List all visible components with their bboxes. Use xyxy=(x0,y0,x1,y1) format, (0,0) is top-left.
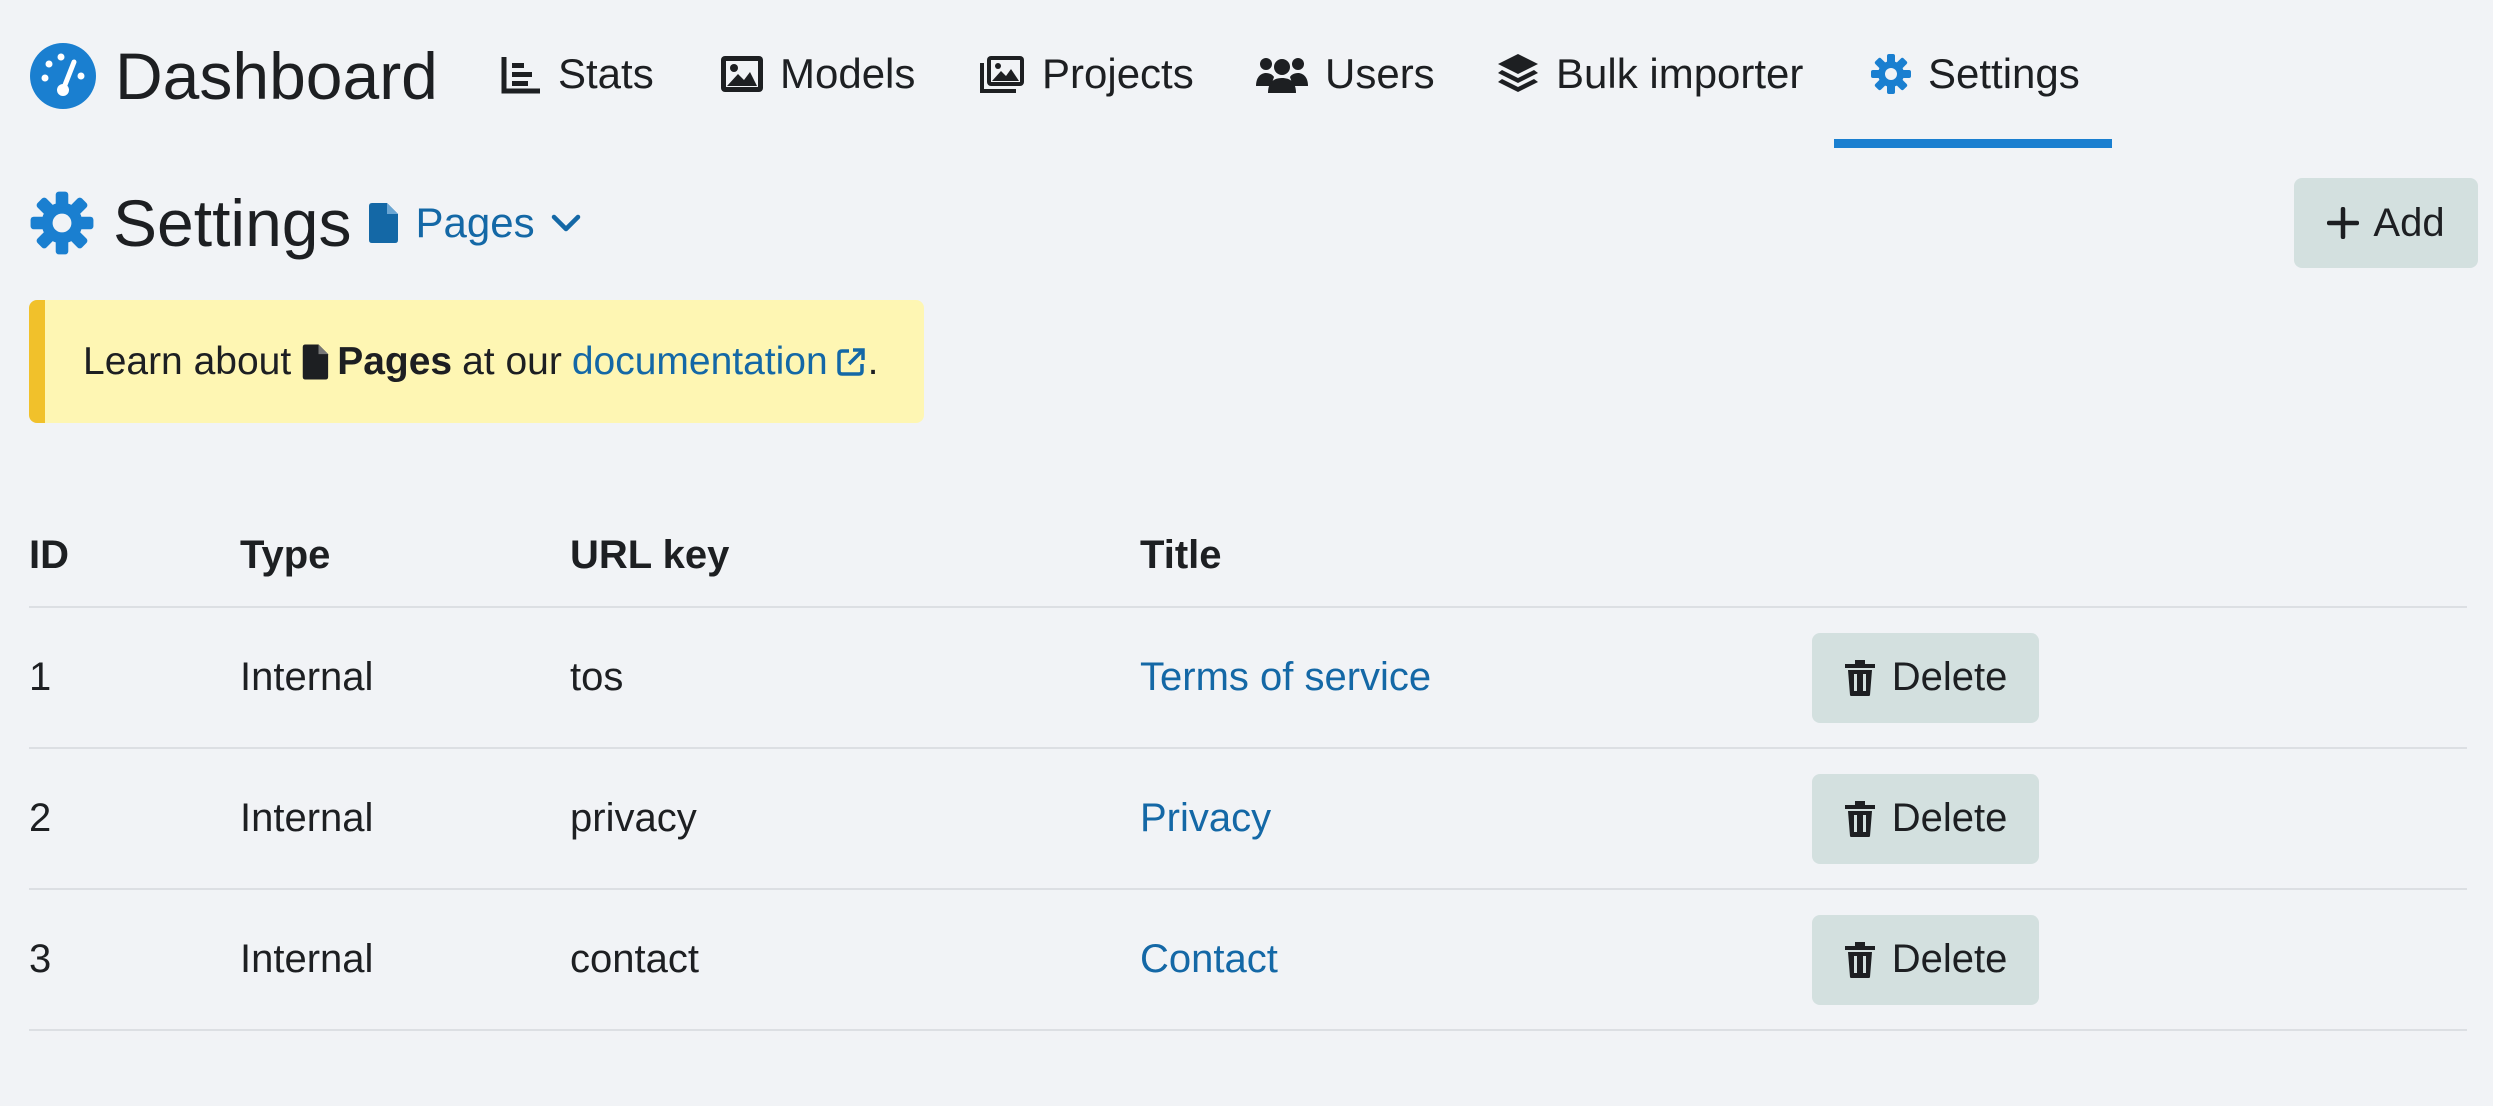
image-icon xyxy=(721,56,763,92)
dashboard-gauge-icon xyxy=(30,42,96,109)
cell-id: 1 xyxy=(29,655,52,699)
delete-button-label: Delete xyxy=(1891,655,2008,699)
add-button[interactable]: Add xyxy=(2294,178,2478,268)
table-row: 1 Internal tos Terms of service Delete xyxy=(29,608,2467,749)
layers-icon xyxy=(1498,54,1538,92)
nav-label-users: Users xyxy=(1325,50,1435,97)
pages-table: ID Type URL key Title 1 Internal tos Ter… xyxy=(29,505,2467,1031)
nav-label-settings: Settings xyxy=(1928,50,2080,97)
cell-type: Internal xyxy=(240,937,374,981)
delete-button[interactable]: Delete xyxy=(1812,632,2039,723)
chart-icon xyxy=(501,57,540,94)
file-icon xyxy=(369,202,399,243)
nav-label-stats: Stats xyxy=(558,50,654,97)
page-header: Settings Pages xyxy=(29,180,581,265)
delete-button[interactable]: Delete xyxy=(1812,773,2039,864)
users-icon xyxy=(1256,58,1308,93)
cell-id: 2 xyxy=(29,796,52,840)
page-title-link[interactable]: Terms of service xyxy=(1140,655,1431,700)
images-icon xyxy=(980,56,1024,93)
table-row: 3 Internal contact Contact Delete xyxy=(29,890,2467,1031)
section-dropdown[interactable]: Pages xyxy=(367,199,580,247)
callout-prefix: Learn about xyxy=(83,339,292,383)
callout-middle: at our xyxy=(462,339,562,383)
cell-url-key: contact xyxy=(570,937,699,981)
nav-item-stats[interactable]: Stats xyxy=(500,44,654,104)
trash-icon xyxy=(1844,941,1875,978)
trash-icon xyxy=(1844,800,1875,837)
info-callout: Learn about Pages at our documentation . xyxy=(29,300,924,423)
file-icon xyxy=(302,344,329,379)
column-header-type: Type xyxy=(240,533,331,577)
callout-suffix: . xyxy=(867,339,879,383)
documentation-link[interactable]: documentation xyxy=(572,340,828,384)
brand-link[interactable]: Dashboard xyxy=(29,38,438,113)
brand-title: Dashboard xyxy=(115,38,438,113)
column-header-id: ID xyxy=(29,533,69,577)
nav-item-models[interactable]: Models xyxy=(720,44,915,104)
section-dropdown-label: Pages xyxy=(415,198,535,246)
external-link-icon xyxy=(836,347,865,376)
column-header-title: Title xyxy=(1140,533,1222,577)
nav-label-projects: Projects xyxy=(1042,50,1194,97)
active-tab-indicator xyxy=(1834,139,2112,148)
table-row: 2 Internal privacy Privacy Delete xyxy=(29,749,2467,890)
plus-icon xyxy=(2327,207,2360,239)
gear-icon xyxy=(30,191,94,254)
top-nav: Dashboard Stats Models Projects Users Bu… xyxy=(0,0,2493,150)
nav-item-users[interactable]: Users xyxy=(1255,44,1435,104)
nav-item-bulk-importer[interactable]: Bulk importer xyxy=(1496,44,1803,104)
add-button-label: Add xyxy=(2373,200,2445,245)
gear-icon xyxy=(1871,54,1911,94)
page-title-link[interactable]: Privacy xyxy=(1140,796,1271,841)
trash-icon xyxy=(1844,659,1875,696)
nav-label-bulk-importer: Bulk importer xyxy=(1556,50,1804,97)
delete-button-label: Delete xyxy=(1891,796,2008,840)
cell-type: Internal xyxy=(240,655,374,699)
delete-button-label: Delete xyxy=(1891,937,2008,981)
page-title-link[interactable]: Contact xyxy=(1140,937,1278,982)
cell-id: 3 xyxy=(29,937,52,981)
nav-label-models: Models xyxy=(780,50,916,97)
table-header-row: ID Type URL key Title xyxy=(29,505,2467,608)
nav-item-projects[interactable]: Projects xyxy=(978,44,1194,104)
cell-type: Internal xyxy=(240,796,374,840)
page-title: Settings xyxy=(113,185,352,260)
chevron-down-icon xyxy=(551,214,580,231)
delete-button[interactable]: Delete xyxy=(1812,914,2039,1005)
nav-item-settings[interactable]: Settings xyxy=(1870,44,2080,104)
callout-entity: Pages xyxy=(337,339,453,383)
column-header-url-key: URL key xyxy=(570,533,730,577)
cell-url-key: tos xyxy=(570,655,624,699)
cell-url-key: privacy xyxy=(570,796,697,840)
